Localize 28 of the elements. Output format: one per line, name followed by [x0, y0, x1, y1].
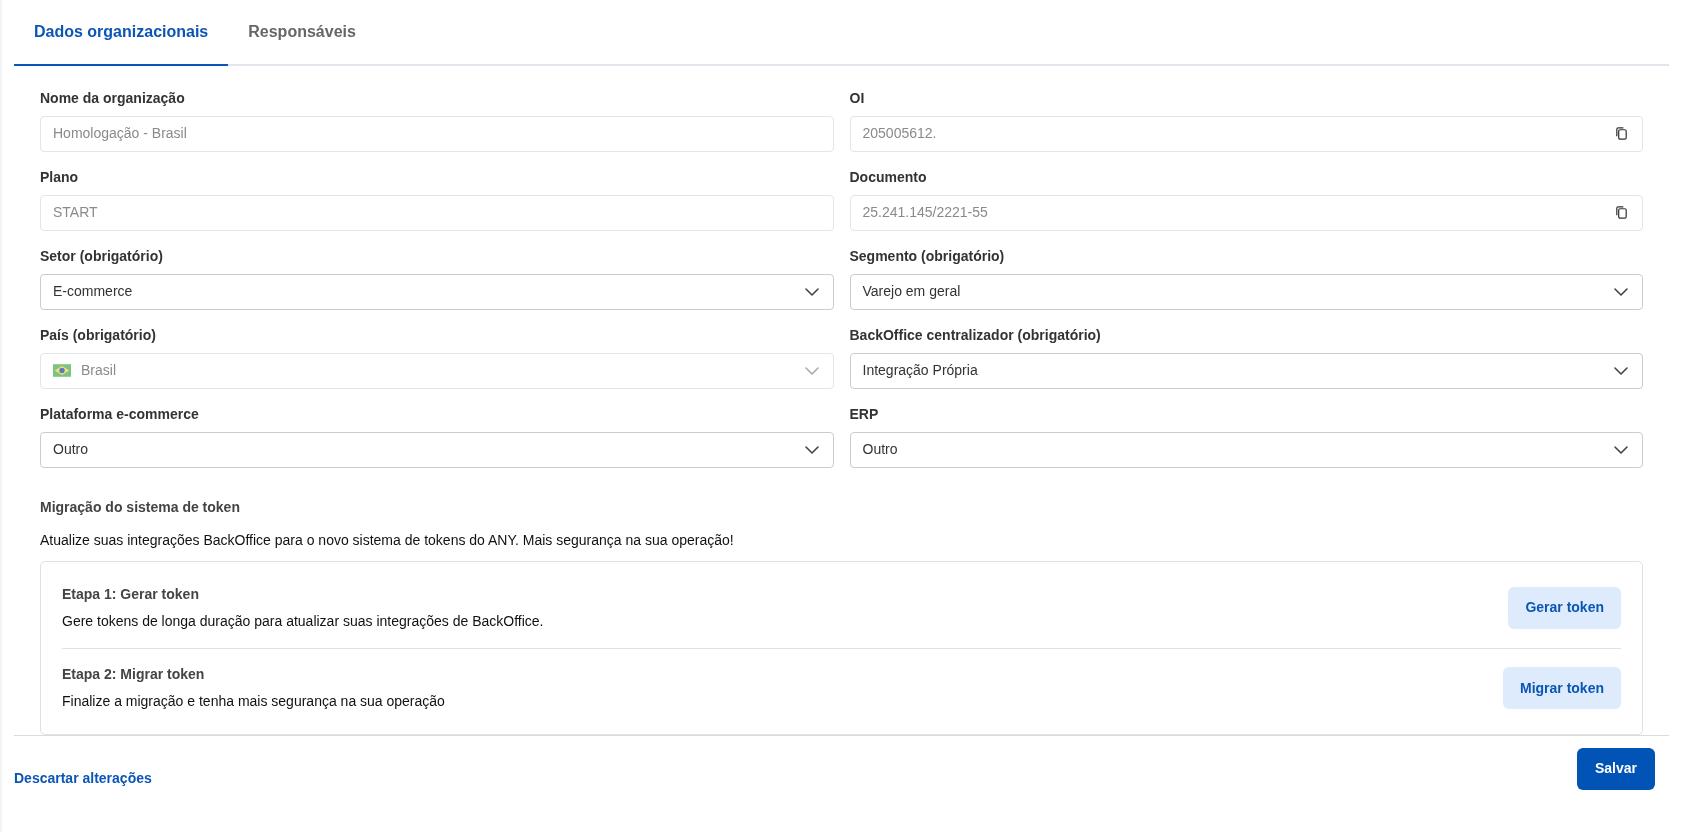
- select-field[interactable]: Outro: [40, 431, 834, 468]
- flag-icon: [53, 364, 71, 378]
- select-field[interactable]: Varejo em geral: [849, 273, 1643, 310]
- field-label: Plano: [40, 167, 80, 187]
- token-button[interactable]: Migrar token: [1503, 667, 1621, 710]
- select-field[interactable]: Integração Própria: [849, 352, 1643, 389]
- token-button[interactable]: Gerar token: [1508, 586, 1621, 629]
- section-description: Atualize suas integrações BackOffice para o novo sistema de tokens do ANY. Mais segurança na sua operação!: [40, 530, 735, 550]
- field-label: País (obrigatório): [40, 325, 157, 345]
- section-title: Migração do sistema de token: [40, 497, 241, 517]
- field-label: Segmento (obrigatório): [849, 246, 1006, 266]
- select-field[interactable]: Outro: [849, 431, 1643, 468]
- discard-changes-link[interactable]: Descartar alterações: [14, 767, 152, 789]
- tab[interactable]: Responsáveis: [228, 0, 376, 64]
- step-description: Finalize a migração e tenha mais segurança na sua operação: [62, 692, 445, 712]
- field-label: OI: [849, 88, 866, 108]
- field-label: ERP: [849, 404, 880, 424]
- field-label: Setor (obrigatório): [40, 246, 164, 266]
- field-label: Plataforma e-commerce: [40, 404, 200, 424]
- field-label: Documento: [849, 167, 928, 187]
- select-field[interactable]: E-commerce: [40, 273, 834, 310]
- step-title: Etapa 2: Migrar token: [62, 665, 206, 685]
- field-label: BackOffice centralizador (obrigatório): [849, 325, 1102, 345]
- tab[interactable]: Dados organizacionais: [14, 0, 229, 66]
- step-title: Etapa 1: Gerar token: [62, 584, 200, 604]
- save-button[interactable]: Salvar: [1576, 747, 1655, 790]
- step-description: Gere tokens de longa duração para atualizar suas integrações de BackOffice.: [62, 611, 544, 631]
- field-label: Nome da organização: [40, 88, 186, 108]
